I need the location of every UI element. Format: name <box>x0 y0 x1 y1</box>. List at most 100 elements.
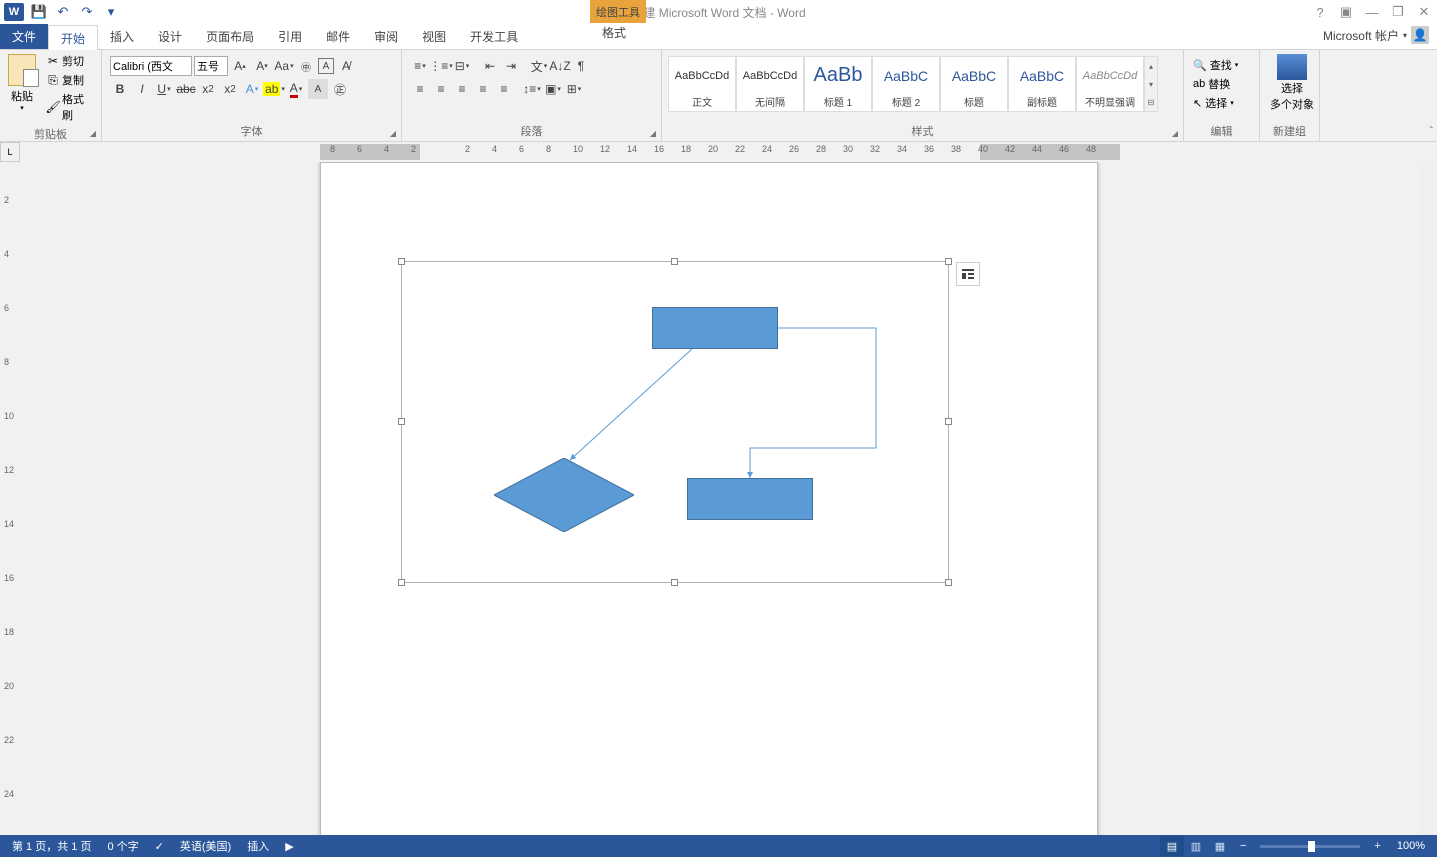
replace-button[interactable]: ab替换 <box>1190 75 1241 93</box>
style-heading2[interactable]: AaBbC标题 2 <box>872 56 940 112</box>
align-left-button[interactable]: ≡ <box>410 79 430 99</box>
increase-indent-button[interactable]: ⇥ <box>501 56 521 76</box>
justify-button[interactable]: ≡ <box>473 79 493 99</box>
char-shading-button[interactable]: A <box>308 79 328 99</box>
bullets-button[interactable]: ≡ <box>410 56 430 76</box>
help-icon[interactable]: ? <box>1311 3 1329 21</box>
format-painter-button[interactable]: 🖌格式刷 <box>42 90 97 124</box>
page-number-status[interactable]: 第 1 页，共 1 页 <box>4 838 99 854</box>
numbering-button[interactable]: ⋮≡ <box>431 56 451 76</box>
zoom-thumb[interactable] <box>1308 841 1315 852</box>
phonetic-guide-button[interactable]: ㊥ <box>296 56 316 76</box>
tab-design[interactable]: 设计 <box>146 24 194 49</box>
view-read-mode-button[interactable]: ▤ <box>1160 836 1184 856</box>
enclose-char-button[interactable]: ㊣ <box>330 79 350 99</box>
resize-handle[interactable] <box>945 418 952 425</box>
paste-button[interactable]: 粘贴 ▾ <box>4 52 40 114</box>
connector-elbow[interactable] <box>750 328 876 478</box>
bold-button[interactable]: B <box>110 79 130 99</box>
font-launcher[interactable]: ◢ <box>387 127 399 139</box>
style-normal[interactable]: AaBbCcDd正文 <box>668 56 736 112</box>
resize-handle[interactable] <box>398 258 405 265</box>
tab-file[interactable]: 文件 <box>0 24 48 49</box>
show-marks-button[interactable]: ¶ <box>571 56 591 76</box>
view-web-layout-button[interactable]: ▦ <box>1208 836 1232 856</box>
horizontal-ruler[interactable]: 8642246810121416182022242628303234363840… <box>20 142 1437 162</box>
page[interactable] <box>320 162 1098 857</box>
vertical-scrollbar[interactable] <box>1421 162 1437 857</box>
multilevel-button[interactable]: ⊟ <box>452 56 472 76</box>
collapse-ribbon-button[interactable]: ˆ <box>1430 126 1433 137</box>
insert-mode-status[interactable]: 插入 <box>239 838 277 854</box>
tab-insert[interactable]: 插入 <box>98 24 146 49</box>
resize-handle[interactable] <box>671 258 678 265</box>
zoom-in-button[interactable]: + <box>1366 840 1388 852</box>
underline-button[interactable]: U <box>154 79 174 99</box>
tab-layout[interactable]: 页面布局 <box>194 24 266 49</box>
paragraph-launcher[interactable]: ◢ <box>647 127 659 139</box>
shading-button[interactable]: ▣ <box>543 79 563 99</box>
restore-icon[interactable]: ❐ <box>1389 3 1407 21</box>
shape-diamond[interactable] <box>494 458 634 532</box>
borders-button[interactable]: ⊞ <box>564 79 584 99</box>
tab-format[interactable]: 格式 <box>590 24 638 41</box>
tab-home[interactable]: 开始 <box>48 25 98 50</box>
distributed-button[interactable]: ≡ <box>494 79 514 99</box>
zoom-level[interactable]: 100% <box>1389 840 1433 852</box>
tab-view[interactable]: 视图 <box>410 24 458 49</box>
clipboard-launcher[interactable]: ◢ <box>87 127 99 139</box>
shape-rectangle[interactable] <box>687 478 813 520</box>
undo-icon[interactable]: ↶ <box>52 2 74 22</box>
cut-button[interactable]: ✂剪切 <box>42 52 97 70</box>
superscript-button[interactable]: x2 <box>220 79 240 99</box>
account-menu[interactable]: Microsoft 帐户 ▾ 👤 <box>1323 26 1429 44</box>
tab-developer[interactable]: 开发工具 <box>458 24 530 49</box>
font-color-button[interactable]: A <box>286 79 306 99</box>
change-case-button[interactable]: Aa <box>274 56 294 76</box>
drawing-canvas[interactable] <box>401 261 949 583</box>
resize-handle[interactable] <box>671 579 678 586</box>
tab-mailings[interactable]: 邮件 <box>314 24 362 49</box>
layout-options-button[interactable] <box>956 262 980 286</box>
align-center-button[interactable]: ≡ <box>431 79 451 99</box>
italic-button[interactable]: I <box>132 79 152 99</box>
sort-button[interactable]: A↓Z <box>550 56 570 76</box>
asian-layout-button[interactable]: 文 <box>529 56 549 76</box>
char-border-button[interactable]: A <box>318 58 334 74</box>
copy-button[interactable]: ⎘复制 <box>42 71 97 89</box>
tab-selector[interactable]: L <box>0 142 20 162</box>
strikethrough-button[interactable]: abc <box>176 79 196 99</box>
resize-handle[interactable] <box>398 418 405 425</box>
find-button[interactable]: 🔍查找▾ <box>1190 56 1241 74</box>
minimize-icon[interactable]: — <box>1363 3 1381 21</box>
resize-handle[interactable] <box>945 579 952 586</box>
resize-handle[interactable] <box>945 258 952 265</box>
align-right-button[interactable]: ≡ <box>452 79 472 99</box>
view-print-layout-button[interactable]: ▥ <box>1184 836 1208 856</box>
redo-icon[interactable]: ↷ <box>76 2 98 22</box>
text-effects-button[interactable]: A <box>242 79 262 99</box>
ribbon-display-icon[interactable]: ▣ <box>1337 3 1355 21</box>
font-size-combo[interactable] <box>194 56 228 76</box>
font-name-combo[interactable] <box>110 56 192 76</box>
zoom-slider[interactable] <box>1260 845 1360 848</box>
save-icon[interactable]: 💾 <box>28 2 50 22</box>
select-objects-button[interactable]: 选择 多个对象 <box>1264 52 1320 114</box>
zoom-out-button[interactable]: − <box>1232 840 1254 852</box>
spell-check-icon[interactable]: ✓ <box>147 840 172 853</box>
style-no-spacing[interactable]: AaBbCcDd无间隔 <box>736 56 804 112</box>
select-button[interactable]: ↖选择▾ <box>1190 94 1241 112</box>
subscript-button[interactable]: x2 <box>198 79 218 99</box>
vertical-ruler[interactable]: 2468101214161820222426 <box>0 162 20 857</box>
tab-references[interactable]: 引用 <box>266 24 314 49</box>
macro-icon[interactable]: ▶ <box>277 840 301 853</box>
grow-font-button[interactable]: A▴ <box>230 56 250 76</box>
shape-rectangle[interactable] <box>652 307 778 349</box>
close-icon[interactable]: ✕ <box>1415 3 1433 21</box>
style-subtle-emphasis[interactable]: AaBbCcDd不明显强调 <box>1076 56 1144 112</box>
language-status[interactable]: 英语(美国) <box>172 838 239 854</box>
resize-handle[interactable] <box>398 579 405 586</box>
highlight-button[interactable]: ab <box>264 79 284 99</box>
style-title[interactable]: AaBbC标题 <box>940 56 1008 112</box>
clear-formatting-button[interactable]: A̸ <box>336 56 356 76</box>
